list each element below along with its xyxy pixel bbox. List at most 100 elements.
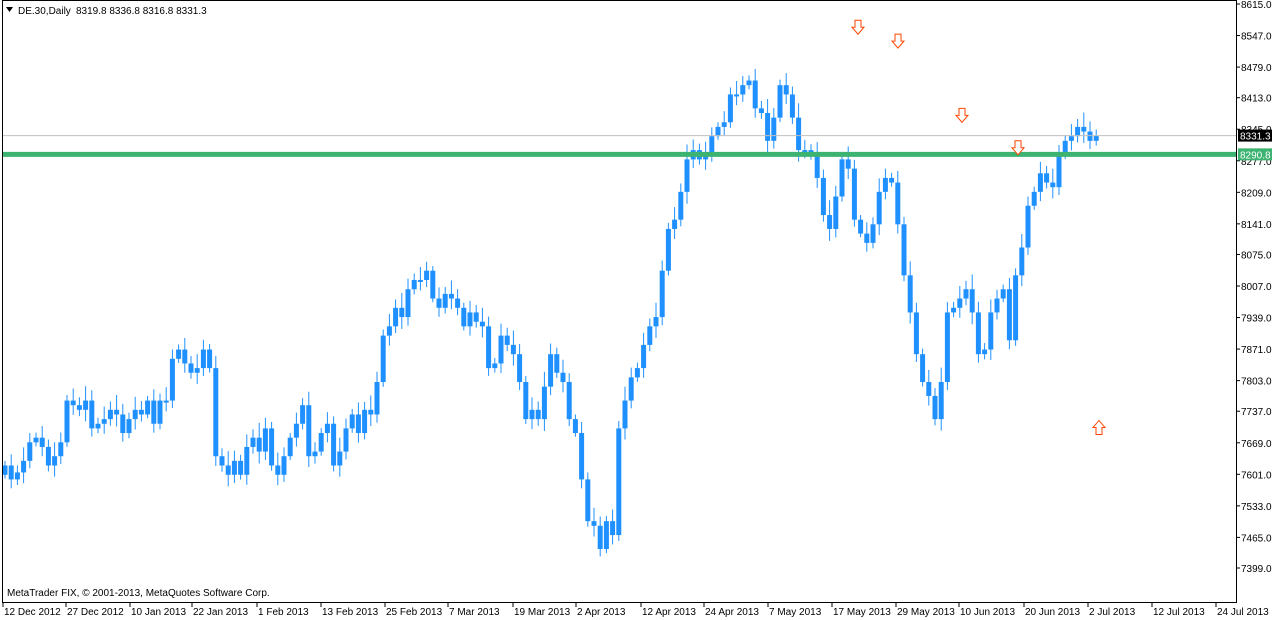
candle-body[interactable] bbox=[1013, 275, 1019, 341]
candle-body[interactable] bbox=[684, 159, 690, 192]
candle-body[interactable] bbox=[52, 456, 58, 466]
candle-body[interactable] bbox=[8, 465, 14, 480]
candle-body[interactable] bbox=[120, 414, 126, 434]
candle-body[interactable] bbox=[479, 321, 485, 327]
candle-body[interactable] bbox=[907, 275, 913, 313]
candle-body[interactable] bbox=[145, 400, 151, 415]
candle-body[interactable] bbox=[734, 94, 740, 97]
candle-body[interactable] bbox=[938, 382, 944, 420]
candle-body[interactable] bbox=[845, 159, 851, 169]
candle-body[interactable] bbox=[882, 177, 888, 192]
candle-body[interactable] bbox=[448, 293, 454, 299]
candle-body[interactable] bbox=[597, 525, 603, 549]
candle-body[interactable] bbox=[895, 182, 901, 225]
candle-body[interactable] bbox=[486, 326, 492, 369]
candle-body[interactable] bbox=[455, 298, 461, 308]
candle-body[interactable] bbox=[1019, 247, 1025, 276]
candle-body[interactable] bbox=[665, 228, 671, 271]
candle-body[interactable] bbox=[529, 409, 535, 420]
candle-body[interactable] bbox=[727, 94, 733, 123]
candle-body[interactable] bbox=[789, 94, 795, 118]
candle-body[interactable] bbox=[566, 382, 572, 420]
candle-body[interactable] bbox=[368, 409, 374, 415]
candle-body[interactable] bbox=[535, 409, 541, 420]
candle-body[interactable] bbox=[21, 460, 27, 473]
candle-body[interactable] bbox=[678, 191, 684, 220]
candle-body[interactable] bbox=[591, 521, 597, 526]
candle-body[interactable] bbox=[393, 307, 399, 327]
candle-body[interactable] bbox=[1000, 289, 1006, 299]
candle-body[interactable] bbox=[132, 409, 138, 420]
candle-body[interactable] bbox=[634, 368, 640, 378]
candle-body[interactable] bbox=[461, 307, 467, 327]
candle-body[interactable] bbox=[988, 312, 994, 350]
candle-body[interactable] bbox=[796, 117, 802, 151]
candle-body[interactable] bbox=[64, 400, 70, 443]
candle-body[interactable] bbox=[411, 279, 417, 290]
candle-body[interactable] bbox=[343, 428, 349, 452]
candle-body[interactable] bbox=[163, 400, 169, 403]
candle-body[interactable] bbox=[616, 428, 622, 536]
candle-body[interactable] bbox=[176, 349, 182, 359]
candle-body[interactable] bbox=[771, 117, 777, 141]
candle-body[interactable] bbox=[659, 270, 665, 318]
candle-body[interactable] bbox=[492, 363, 498, 369]
candle-body[interactable] bbox=[1006, 289, 1012, 341]
candle-body[interactable] bbox=[33, 437, 39, 443]
candle-body[interactable] bbox=[839, 159, 845, 197]
candle-body[interactable] bbox=[523, 382, 529, 420]
candle-body[interactable] bbox=[300, 405, 306, 424]
candle-body[interactable] bbox=[374, 382, 380, 415]
candle-body[interactable] bbox=[641, 344, 647, 369]
candle-body[interactable] bbox=[293, 423, 299, 438]
candle-body[interactable] bbox=[963, 289, 969, 299]
candle-body[interactable] bbox=[473, 312, 479, 322]
candle-body[interactable] bbox=[2, 465, 8, 475]
candle-body[interactable] bbox=[45, 446, 51, 466]
candle-body[interactable] bbox=[157, 400, 163, 424]
candle-body[interactable] bbox=[920, 354, 926, 383]
candle-body[interactable] bbox=[14, 472, 20, 480]
candle-body[interactable] bbox=[430, 270, 436, 299]
candle-body[interactable] bbox=[820, 177, 826, 216]
candle-body[interactable] bbox=[647, 326, 653, 345]
candle-body[interactable] bbox=[715, 126, 721, 137]
candle-body[interactable] bbox=[306, 405, 312, 457]
candle-body[interactable] bbox=[287, 437, 293, 457]
candle-body[interactable] bbox=[926, 382, 932, 396]
candle-body[interactable] bbox=[188, 363, 194, 373]
candle-body[interactable] bbox=[1075, 126, 1081, 137]
candle-body[interactable] bbox=[269, 428, 275, 466]
candle-body[interactable] bbox=[765, 112, 771, 141]
candle-body[interactable] bbox=[256, 437, 262, 452]
candle-body[interactable] bbox=[889, 177, 895, 183]
candle-body[interactable] bbox=[876, 191, 882, 225]
candle-body[interactable] bbox=[579, 433, 585, 480]
candle-body[interactable] bbox=[138, 409, 144, 415]
candle-body[interactable] bbox=[386, 326, 392, 336]
dropdown-triangle-icon[interactable] bbox=[6, 7, 13, 12]
candlestick-chart[interactable]: 8615.08547.08479.08413.08345.08277.08209… bbox=[0, 0, 1276, 620]
candle-body[interactable] bbox=[858, 219, 864, 234]
candle-body[interactable] bbox=[833, 196, 839, 229]
candle-body[interactable] bbox=[622, 400, 628, 429]
candle-body[interactable] bbox=[362, 409, 368, 434]
candle-body[interactable] bbox=[1025, 205, 1031, 248]
chart-window[interactable]: 8615.08547.08479.08413.08345.08277.08209… bbox=[0, 0, 1276, 620]
candle-body[interactable] bbox=[182, 349, 188, 364]
candle-body[interactable] bbox=[517, 354, 523, 383]
candle-body[interactable] bbox=[901, 224, 907, 276]
candle-body[interactable] bbox=[758, 108, 764, 113]
candle-body[interactable] bbox=[1050, 182, 1056, 188]
candle-body[interactable] bbox=[27, 442, 33, 461]
candle-body[interactable] bbox=[653, 317, 659, 327]
candle-body[interactable] bbox=[541, 386, 547, 420]
candle-body[interactable] bbox=[827, 215, 833, 229]
candle-body[interactable] bbox=[58, 442, 64, 457]
candle-body[interactable] bbox=[610, 521, 616, 536]
candle-body[interactable] bbox=[262, 428, 268, 452]
candle-body[interactable] bbox=[994, 298, 1000, 313]
candle-body[interactable] bbox=[442, 293, 448, 308]
candle-body[interactable] bbox=[225, 465, 231, 475]
candle-body[interactable] bbox=[628, 377, 634, 401]
